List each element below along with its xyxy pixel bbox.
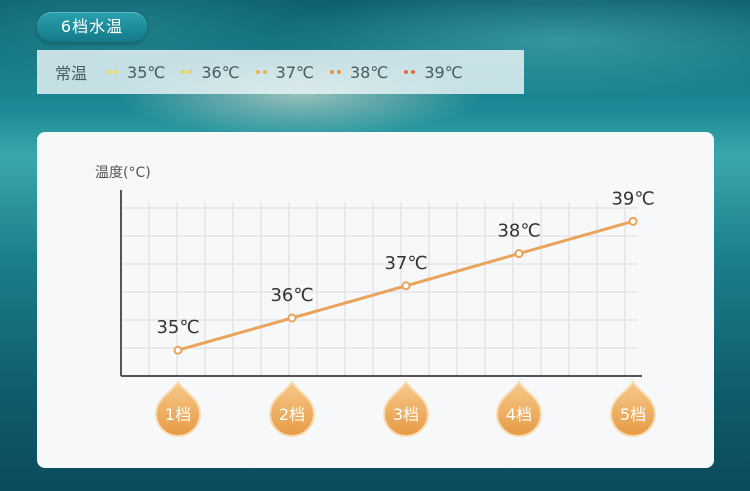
legend-dot-icon [330, 70, 344, 74]
data-label: 37℃ [384, 253, 427, 274]
category-label: 2档 [279, 405, 305, 424]
data-label: 38℃ [497, 221, 540, 242]
legend-item-35: 35℃ [107, 63, 165, 82]
category-label: 4档 [506, 405, 532, 424]
legend-item-39: 39℃ [404, 62, 463, 82]
legend-dot-icon [107, 70, 121, 74]
data-labels: 35℃ 36℃ 37℃ 38℃ 39℃ [156, 188, 654, 338]
legend-item-label: 38℃ [350, 62, 389, 82]
temperature-line-chart: 35℃ 36℃ 37℃ 38℃ 39℃ 1档 2档 3档 4档 5档 [120, 188, 657, 437]
legend-dot-icon [404, 70, 418, 74]
grid [121, 202, 638, 376]
legend: 常温 35℃ 36℃ 37℃ 38℃ 39℃ [37, 50, 524, 94]
data-point [628, 216, 638, 226]
data-label: 39℃ [611, 188, 654, 209]
data-point [401, 281, 411, 291]
page-title: 6档水温 [37, 12, 147, 42]
data-point [514, 249, 524, 259]
legend-item-36: 36℃ [181, 62, 240, 82]
chart-card: 温度(°C) 35℃ 36℃ 37℃ 38℃ 39℃ 1档 2档 3档 4档 5档 [37, 132, 714, 468]
data-label: 36℃ [270, 285, 313, 306]
category-label: 3档 [393, 405, 419, 424]
legend-item-38: 38℃ [330, 63, 388, 82]
category-label: 1档 [165, 405, 191, 424]
legend-dot-icon [181, 70, 195, 74]
legend-item-label: 39℃ [424, 62, 463, 82]
legend-item-label: 36℃ [201, 62, 240, 82]
legend-title: 常温 [55, 64, 88, 83]
category-markers: 1档 2档 3档 4档 5档 [154, 380, 657, 437]
legend-item-37: 37℃ [255, 62, 314, 82]
data-point [173, 345, 183, 355]
data-points [173, 216, 638, 355]
data-point [287, 313, 297, 323]
legend-dot-icon [255, 70, 270, 74]
legend-item-label: 37℃ [275, 62, 314, 82]
data-label: 35℃ [156, 317, 199, 338]
legend-item-label: 35℃ [127, 62, 166, 82]
category-label: 5档 [620, 405, 646, 424]
